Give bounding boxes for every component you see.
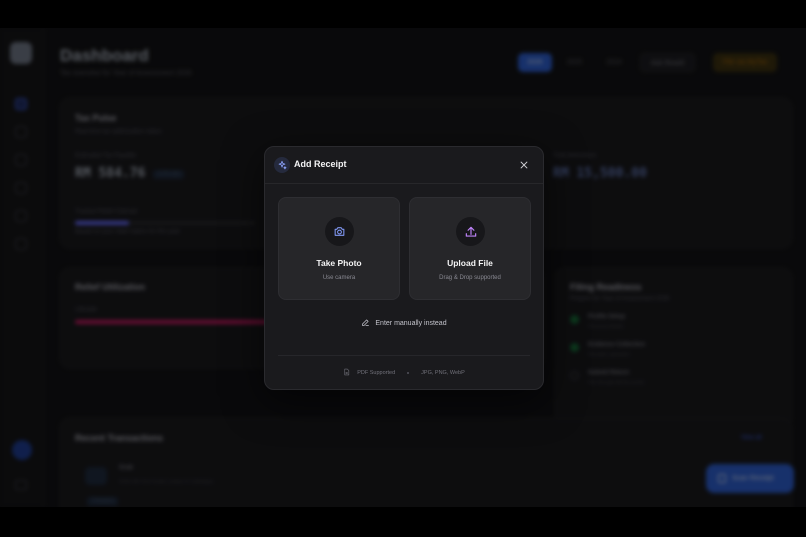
- camera-icon: [325, 217, 354, 246]
- document-icon: [343, 368, 350, 378]
- upload-icon: [456, 217, 485, 246]
- upload-file-option[interactable]: Upload File Drag & Drop supported: [409, 197, 531, 300]
- letterbox-top: [0, 0, 806, 28]
- take-photo-option[interactable]: Take Photo Use camera: [278, 197, 400, 300]
- separator-dot: [407, 372, 410, 374]
- image-formats-text: JPG, PNG, WebP: [421, 370, 465, 376]
- supported-formats: PDF Supported JPG, PNG, WebP: [265, 368, 543, 378]
- letterbox-bottom: [0, 507, 806, 537]
- modal-title: Add Receipt: [294, 159, 347, 169]
- modal-divider: [278, 355, 530, 356]
- take-photo-subtitle: Use camera: [322, 275, 356, 281]
- enter-manually-link[interactable]: Enter manually instead: [265, 318, 543, 329]
- modal-header: Add Receipt: [265, 147, 543, 184]
- upload-file-subtitle: Drag & Drop supported: [439, 275, 501, 281]
- enter-manually-label: Enter manually instead: [375, 320, 447, 327]
- upload-file-title: Upload File: [447, 258, 493, 268]
- close-icon[interactable]: [517, 158, 531, 172]
- take-photo-title: Take Photo: [316, 258, 362, 268]
- sparkle-icon: [274, 157, 290, 173]
- add-receipt-modal: Add Receipt Take Photo Use camera Upload…: [264, 146, 544, 390]
- pdf-supported-text: PDF Supported: [357, 370, 396, 376]
- pencil-icon: [361, 318, 370, 329]
